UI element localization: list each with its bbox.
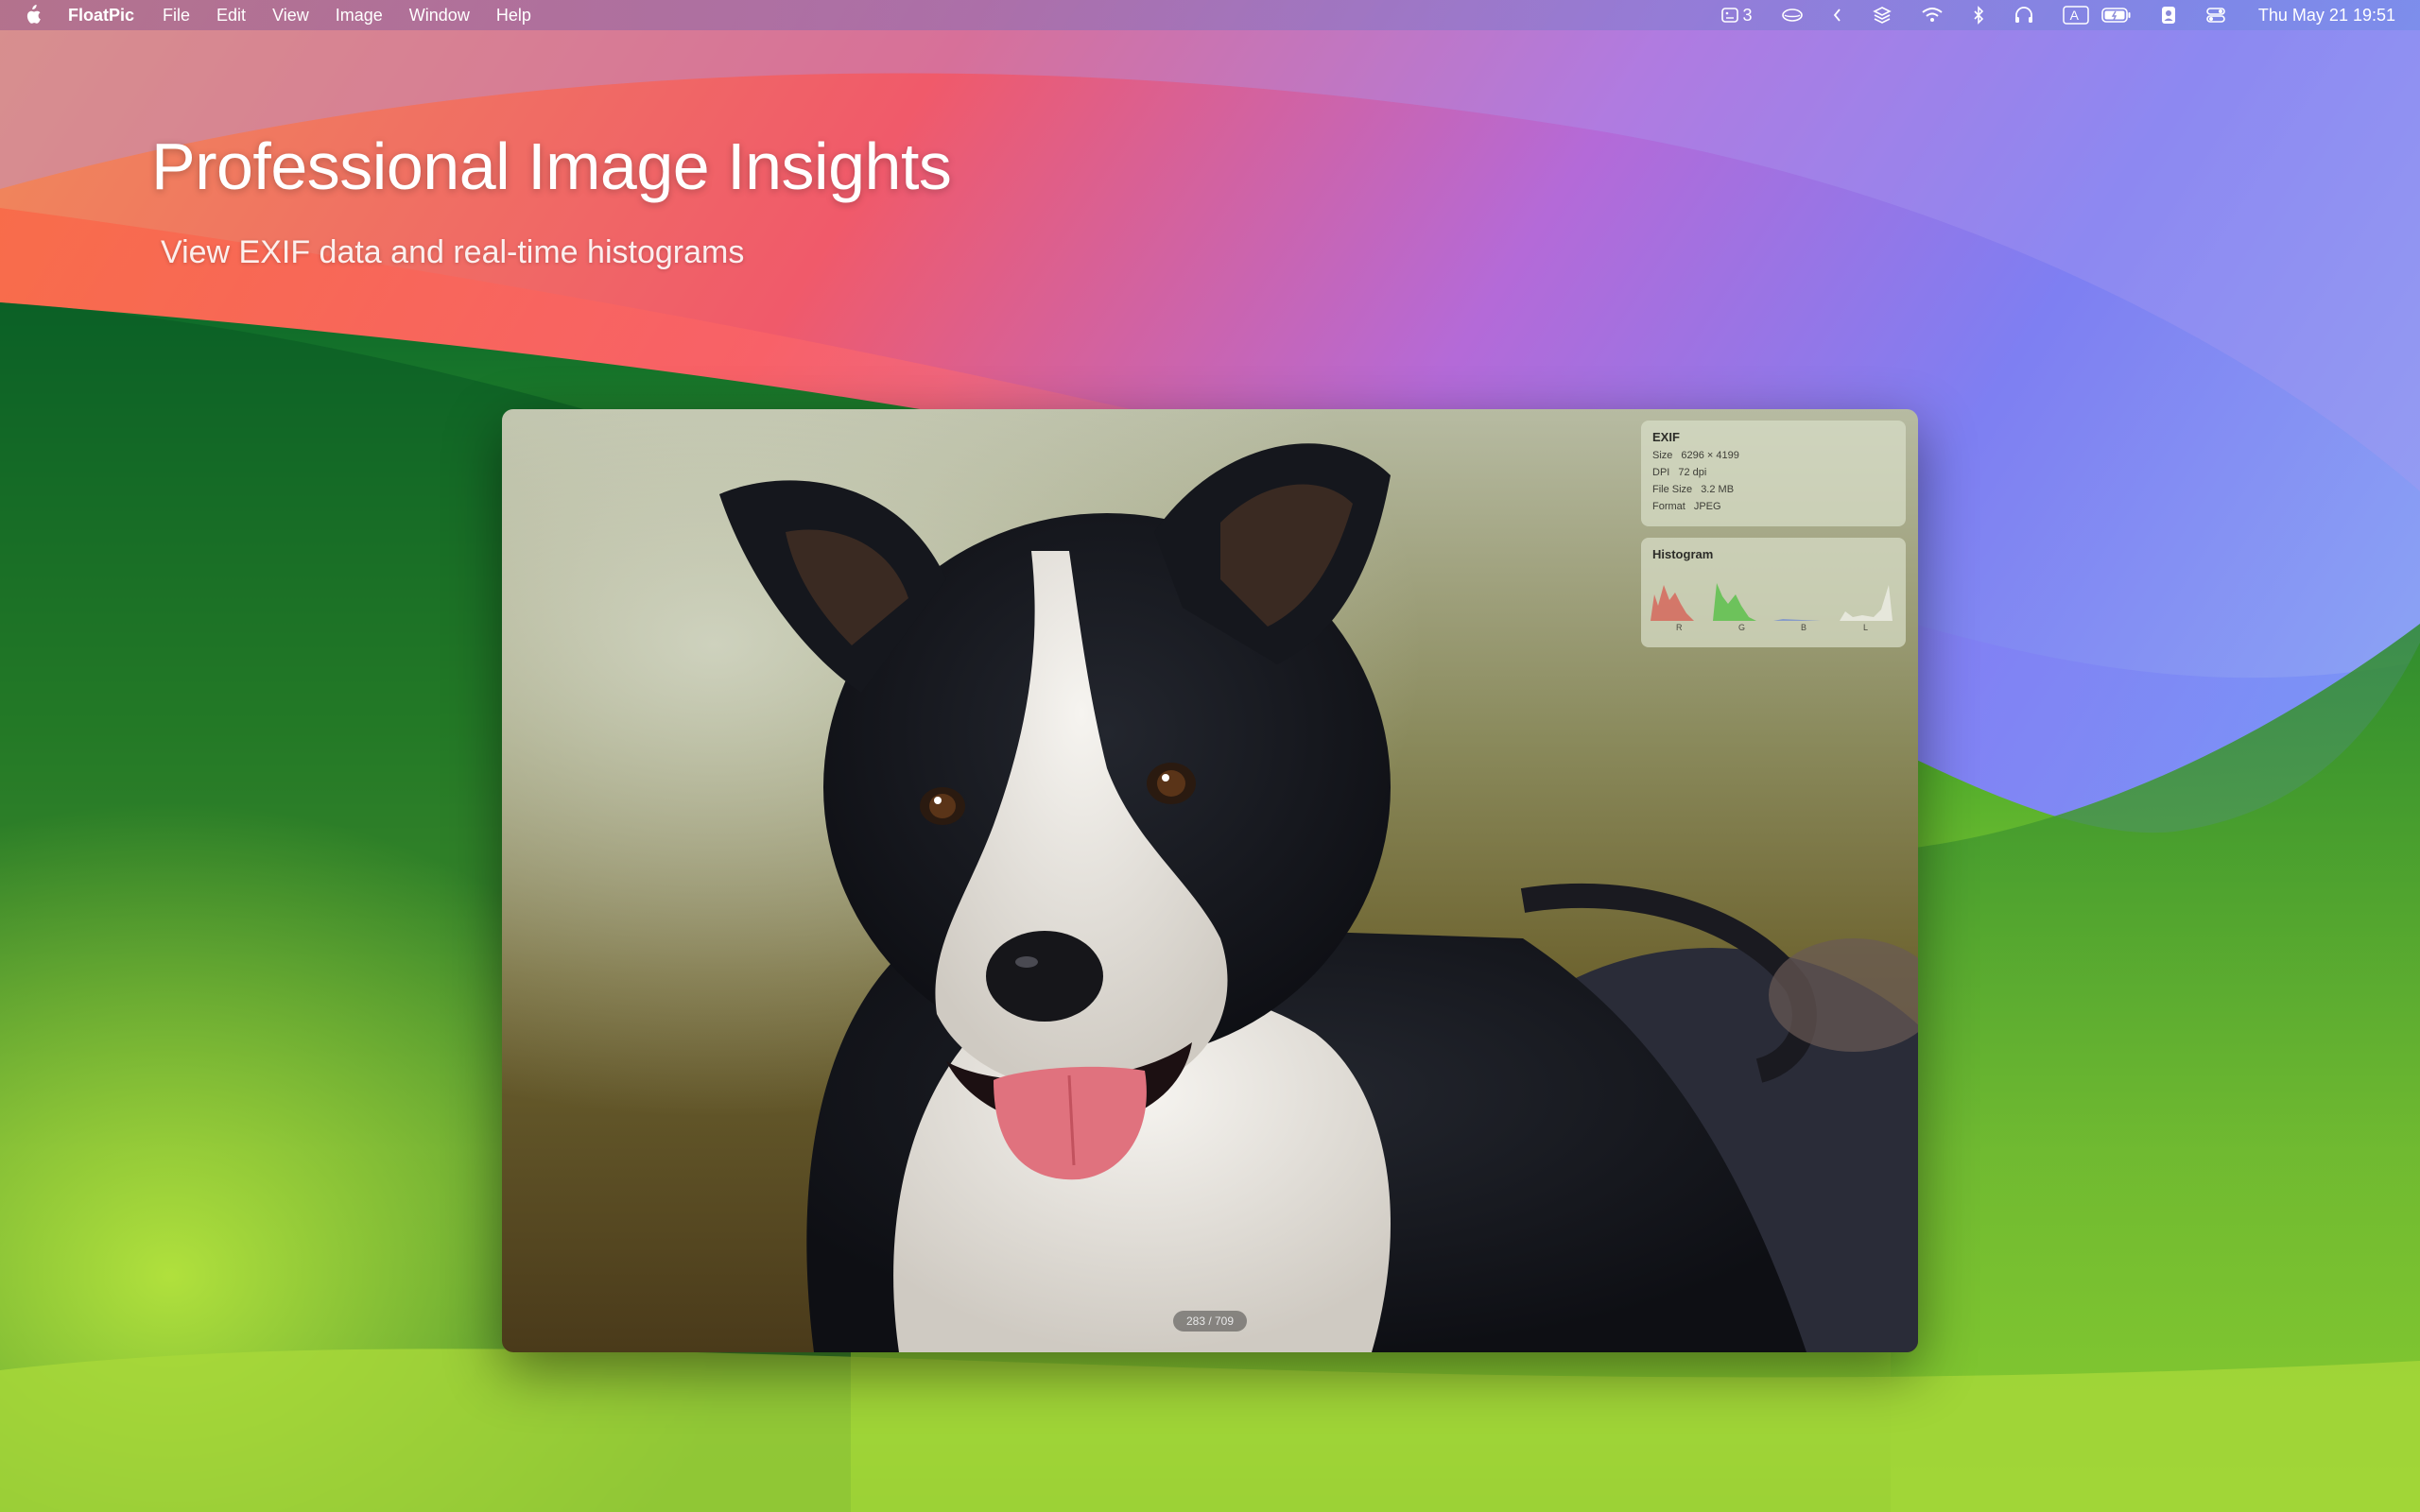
exif-row-dpi: DPI 72 dpi (1652, 467, 1706, 478)
menu-view[interactable]: View (272, 6, 309, 26)
histogram-panel: Histogram R G B L (1641, 538, 1906, 647)
exif-key: DPI (1652, 467, 1670, 478)
exif-value: 6296 × 4199 (1681, 450, 1739, 461)
layers-icon[interactable] (1872, 0, 1893, 30)
exif-title: EXIF (1652, 430, 1680, 444)
wifi-icon[interactable] (1921, 0, 1944, 30)
input-source-label: A (2069, 8, 2079, 23)
hero-subtitle: View EXIF data and real-time histograms (161, 234, 745, 270)
exif-key: File Size (1652, 484, 1693, 495)
menubar-clock[interactable]: Thu May 21 19:51 (2258, 6, 2395, 26)
exif-value: 3.2 MB (1701, 484, 1735, 495)
exif-value: JPEG (1693, 501, 1721, 512)
exif-row-file-size: File Size 3.2 MB (1652, 484, 1734, 495)
menu-image[interactable]: Image (336, 6, 383, 26)
stage-count: 3 (1742, 5, 1753, 25)
exif-row-size: Size 6296 × 4199 (1652, 450, 1739, 461)
contact-card-icon[interactable] (2160, 0, 2177, 30)
menu-edit[interactable]: Edit (216, 6, 246, 26)
exif-panel: EXIF Size 6296 × 4199 DPI 72 dpi File Size… (1641, 421, 1906, 526)
exif-key: Size (1652, 450, 1673, 461)
menu-file[interactable]: File (163, 6, 190, 26)
histogram-label-g: G (1738, 623, 1746, 632)
headphones-icon[interactable] (2014, 0, 2034, 30)
control-center-icon[interactable] (2205, 0, 2226, 30)
menu-bar: FloatPic File Edit View Image Window Hel… (0, 0, 2420, 30)
cloud-drive-icon[interactable] (1781, 0, 1804, 30)
apple-menu-icon[interactable] (23, 5, 47, 26)
menu-window[interactable]: Window (409, 6, 470, 26)
image-counter: 283 / 709 (1173, 1311, 1247, 1332)
stage-manager-icon[interactable]: 3 (1720, 0, 1753, 30)
histogram-label-l: L (1863, 623, 1869, 632)
menu-help[interactable]: Help (496, 6, 531, 26)
exif-value: 72 dpi (1678, 467, 1707, 478)
histogram-label-r: R (1676, 623, 1683, 632)
input-source-icon[interactable]: A (2062, 0, 2089, 30)
image-viewer-window[interactable]: EXIF Size 6296 × 4199 DPI 72 dpi File Size… (502, 409, 1918, 1352)
histogram-label-b: B (1801, 623, 1807, 632)
exif-key: Format (1652, 501, 1685, 512)
histogram-green-curve (1713, 583, 1756, 621)
histogram-blue-curve (1773, 619, 1821, 621)
app-name-menu[interactable]: FloatPic (68, 6, 134, 26)
histogram-luma-curve (1840, 585, 1893, 621)
battery-icon[interactable] (2101, 0, 2132, 30)
bluetooth-icon[interactable] (1972, 0, 1985, 30)
histogram-red-curve (1651, 585, 1694, 621)
hero-title: Professional Image Insights (151, 129, 952, 203)
exif-row-format: Format JPEG (1652, 501, 1721, 512)
chevron-left-icon[interactable] (1832, 0, 1843, 30)
